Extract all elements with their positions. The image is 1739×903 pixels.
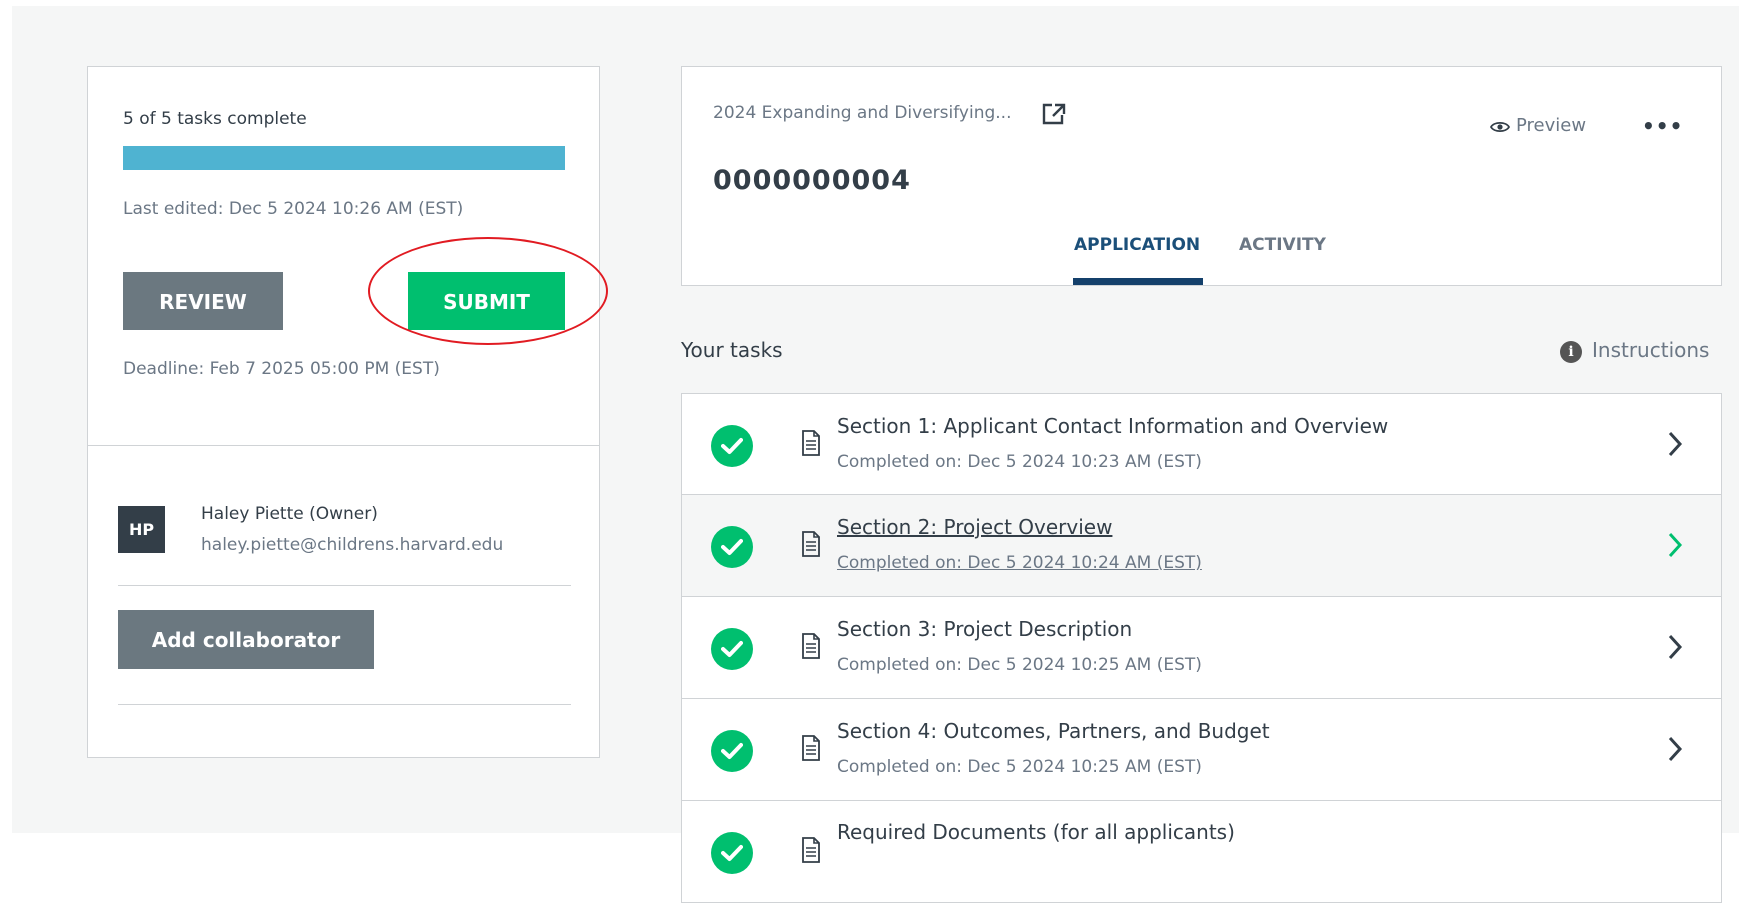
task-completed-date: Completed on: Dec 5 2024 10:25 AM (EST) [837, 655, 1202, 675]
chevron-right-icon [1668, 431, 1683, 457]
tasks-heading: Your tasks [681, 338, 783, 362]
task-title: Section 2: Project Overview [837, 515, 1113, 539]
progress-bar [123, 146, 565, 170]
instructions-label: Instructions [1592, 338, 1710, 362]
task-title: Section 3: Project Description [837, 617, 1133, 641]
last-edited-text: Last edited: Dec 5 2024 10:26 AM (EST) [123, 199, 464, 219]
active-tab-indicator [1073, 278, 1203, 285]
check-circle-icon [711, 425, 753, 467]
progress-text: 5 of 5 tasks complete [123, 109, 307, 129]
submission-status-card: 5 of 5 tasks complete Last edited: Dec 5… [87, 66, 608, 758]
document-icon [802, 531, 820, 557]
document-icon [802, 837, 820, 863]
task-row[interactable]: Required Documents (for all applicants) [681, 801, 1722, 903]
deadline-text: Deadline: Feb 7 2025 05:00 PM (EST) [123, 359, 440, 379]
preview-button[interactable]: Preview [1489, 115, 1587, 136]
submit-button[interactable]: SUBMIT [408, 272, 565, 330]
add-collaborator-button[interactable]: Add collaborator [118, 610, 374, 669]
task-title: Required Documents (for all applicants) [837, 820, 1235, 844]
external-link-icon[interactable] [1042, 103, 1066, 125]
tab-application[interactable]: APPLICATION [1074, 235, 1200, 255]
collaborator-email: haley.piette@childrens.harvard.edu [201, 535, 504, 555]
instructions-link[interactable]: i Instructions [1560, 338, 1709, 363]
divider [118, 704, 571, 705]
task-title: Section 1: Applicant Contact Information… [837, 414, 1389, 438]
check-circle-icon [711, 526, 753, 568]
chevron-right-icon [1668, 736, 1683, 762]
task-completed-date: Completed on: Dec 5 2024 10:25 AM (EST) [837, 757, 1202, 777]
progress-bar-fill [123, 146, 565, 170]
chevron-right-icon [1668, 532, 1683, 558]
check-circle-icon [711, 730, 753, 772]
task-row[interactable]: Section 3: Project Description Completed… [681, 597, 1722, 699]
task-completed-date: Completed on: Dec 5 2024 10:24 AM (EST) [837, 553, 1202, 573]
chevron-right-icon [1668, 634, 1683, 660]
eye-icon [1489, 121, 1511, 133]
preview-label: Preview [1516, 115, 1587, 136]
check-circle-icon [711, 832, 753, 874]
form-name-link[interactable]: 2024 Expanding and Diversifying... [713, 103, 1011, 123]
divider [88, 445, 599, 446]
task-row[interactable]: Section 4: Outcomes, Partners, and Budge… [681, 699, 1722, 801]
task-row[interactable]: Section 2: Project Overview Completed on… [681, 495, 1722, 597]
document-icon [802, 735, 820, 761]
collaborator-name: Haley Piette (Owner) [201, 504, 378, 524]
task-row[interactable]: Section 1: Applicant Contact Information… [681, 393, 1722, 495]
application-number: 0000000004 [713, 165, 911, 196]
document-icon [802, 633, 820, 659]
document-icon [802, 430, 820, 456]
avatar: HP [118, 506, 165, 553]
tab-activity[interactable]: ACTIVITY [1239, 235, 1326, 255]
task-completed-date: Completed on: Dec 5 2024 10:23 AM (EST) [837, 452, 1202, 472]
application-header-card: 2024 Expanding and Diversifying... Previ… [681, 66, 1722, 286]
check-circle-icon [711, 628, 753, 670]
review-button[interactable]: REVIEW [123, 272, 283, 330]
info-icon: i [1560, 341, 1582, 363]
task-title: Section 4: Outcomes, Partners, and Budge… [837, 719, 1270, 743]
divider [118, 585, 571, 586]
more-options-icon[interactable]: ••• [1642, 114, 1683, 138]
